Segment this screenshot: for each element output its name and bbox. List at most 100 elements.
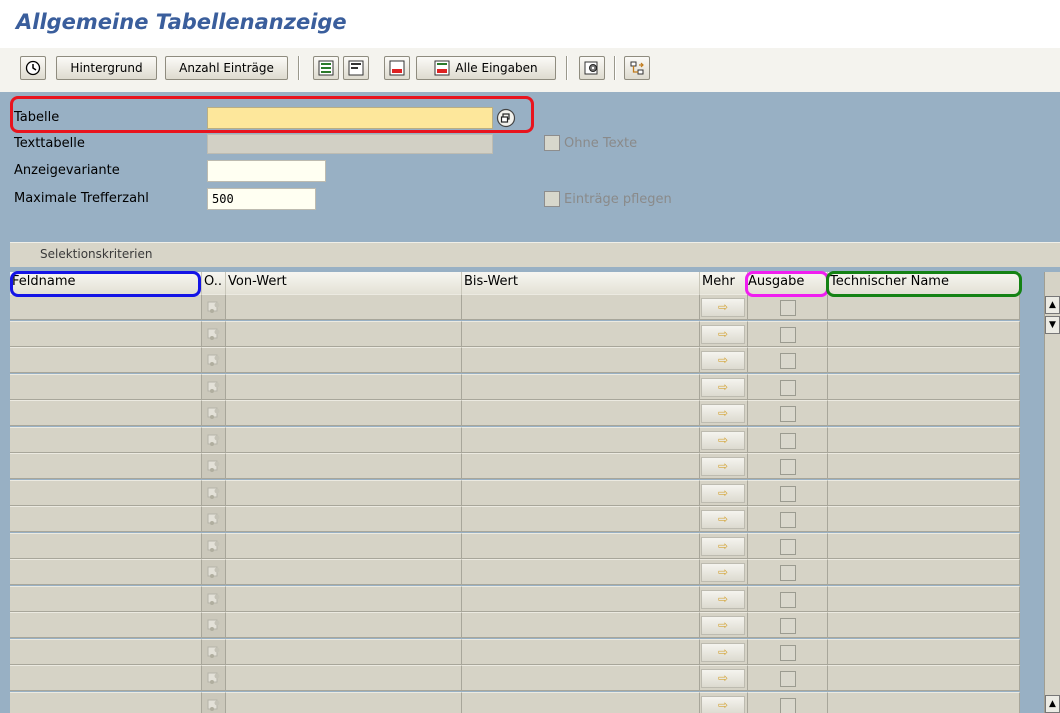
multiple-selection-button[interactable]: ⇨ xyxy=(701,457,745,476)
output-checkbox[interactable] xyxy=(780,538,796,555)
output-checkbox[interactable] xyxy=(780,671,796,687)
option-cell[interactable] xyxy=(202,691,226,713)
multiple-selection-button[interactable]: ⇨ xyxy=(701,589,745,609)
multiple-selection-button[interactable]: ⇨ xyxy=(701,351,745,370)
multiple-selection-button[interactable]: ⇨ xyxy=(701,430,745,450)
multiple-selection-button[interactable]: ⇨ xyxy=(701,536,745,556)
option-cell[interactable] xyxy=(202,294,226,320)
deselect-all-button[interactable] xyxy=(384,56,410,80)
option-cell[interactable] xyxy=(202,453,226,479)
multiple-selection-button[interactable]: ⇨ xyxy=(701,510,745,529)
col-fieldname-header[interactable]: Feldname xyxy=(10,272,202,294)
to-value-cell[interactable] xyxy=(462,612,700,638)
option-cell[interactable] xyxy=(202,426,226,453)
value-help-button[interactable] xyxy=(496,108,516,128)
display-variant-input[interactable] xyxy=(207,160,326,182)
option-cell[interactable] xyxy=(202,506,226,532)
from-value-cell[interactable] xyxy=(226,506,462,532)
col-output-header[interactable]: Ausgabe xyxy=(748,272,828,294)
multiple-selection-button[interactable]: ⇨ xyxy=(701,483,745,503)
from-value-cell[interactable] xyxy=(226,665,462,691)
col-to-header[interactable]: Bis-Wert xyxy=(462,272,700,294)
select-block-button[interactable] xyxy=(343,56,369,80)
option-cell[interactable] xyxy=(202,347,226,373)
output-checkbox[interactable] xyxy=(780,697,796,713)
without-texts-checkbox[interactable]: Ohne Texte xyxy=(544,135,637,151)
list-settings-button[interactable] xyxy=(579,56,605,80)
multiple-selection-button[interactable]: ⇨ xyxy=(701,669,745,688)
output-checkbox[interactable] xyxy=(780,353,796,369)
maintain-entries-checkbox[interactable]: Einträge pflegen xyxy=(544,191,672,207)
from-value-cell[interactable] xyxy=(226,347,462,373)
table-input[interactable] xyxy=(207,107,493,129)
option-cell[interactable] xyxy=(202,559,226,585)
option-cell[interactable] xyxy=(202,532,226,559)
output-checkbox[interactable] xyxy=(780,644,796,661)
select-all-button[interactable] xyxy=(313,56,339,80)
execute-button[interactable] xyxy=(20,56,46,80)
option-cell[interactable] xyxy=(202,373,226,400)
to-value-cell[interactable] xyxy=(462,691,700,713)
output-checkbox[interactable] xyxy=(780,406,796,422)
multiple-selection-button[interactable]: ⇨ xyxy=(701,324,745,344)
to-value-cell[interactable] xyxy=(462,479,700,506)
option-cell[interactable] xyxy=(202,320,226,347)
from-value-cell[interactable] xyxy=(226,320,462,347)
to-value-cell[interactable] xyxy=(462,585,700,612)
output-checkbox[interactable] xyxy=(780,459,796,475)
to-value-cell[interactable] xyxy=(462,320,700,347)
col-option-header[interactable]: O.. xyxy=(202,272,226,294)
from-value-cell[interactable] xyxy=(226,400,462,426)
background-button[interactable]: Hintergrund xyxy=(56,56,157,80)
output-checkbox[interactable] xyxy=(780,591,796,608)
from-value-cell[interactable] xyxy=(226,612,462,638)
to-value-cell[interactable] xyxy=(462,532,700,559)
output-checkbox[interactable] xyxy=(780,512,796,528)
option-cell[interactable] xyxy=(202,638,226,665)
option-cell[interactable] xyxy=(202,479,226,506)
max-hits-input[interactable]: 500 xyxy=(207,188,316,210)
to-value-cell[interactable] xyxy=(462,638,700,665)
from-value-cell[interactable] xyxy=(226,559,462,585)
from-value-cell[interactable] xyxy=(226,585,462,612)
from-value-cell[interactable] xyxy=(226,638,462,665)
multiple-selection-button[interactable]: ⇨ xyxy=(701,377,745,397)
col-from-header[interactable]: Von-Wert xyxy=(226,272,462,294)
output-checkbox[interactable] xyxy=(780,485,796,502)
from-value-cell[interactable] xyxy=(226,373,462,400)
from-value-cell[interactable] xyxy=(226,294,462,320)
from-value-cell[interactable] xyxy=(226,532,462,559)
output-checkbox[interactable] xyxy=(780,379,796,396)
option-cell[interactable] xyxy=(202,585,226,612)
multiple-selection-button[interactable]: ⇨ xyxy=(701,404,745,423)
checkbox-box[interactable] xyxy=(544,135,560,151)
output-checkbox[interactable] xyxy=(780,300,796,316)
to-value-cell[interactable] xyxy=(462,294,700,320)
multiple-selection-button[interactable]: ⇨ xyxy=(701,298,745,317)
scroll-down-button[interactable]: ▼ xyxy=(1045,316,1060,334)
multiple-selection-button[interactable]: ⇨ xyxy=(701,695,745,713)
multiple-selection-button[interactable]: ⇨ xyxy=(701,616,745,635)
from-value-cell[interactable] xyxy=(226,426,462,453)
option-cell[interactable] xyxy=(202,665,226,691)
to-value-cell[interactable] xyxy=(462,426,700,453)
vertical-scrollbar[interactable]: ▲ ▼ ▲ xyxy=(1044,272,1060,713)
from-value-cell[interactable] xyxy=(226,479,462,506)
to-value-cell[interactable] xyxy=(462,665,700,691)
col-technical-name-header[interactable]: Technischer Name xyxy=(828,272,1020,294)
from-value-cell[interactable] xyxy=(226,691,462,713)
multiple-selection-button[interactable]: ⇨ xyxy=(701,642,745,662)
output-checkbox[interactable] xyxy=(780,432,796,449)
scroll-page-up-button[interactable]: ▲ xyxy=(1045,695,1060,713)
to-value-cell[interactable] xyxy=(462,347,700,373)
to-value-cell[interactable] xyxy=(462,373,700,400)
col-more-header[interactable]: Mehr xyxy=(700,272,748,294)
to-value-cell[interactable] xyxy=(462,453,700,479)
output-checkbox[interactable] xyxy=(780,618,796,634)
all-entries-button[interactable]: Alle Eingaben xyxy=(416,56,556,80)
scroll-up-button[interactable]: ▲ xyxy=(1045,296,1060,314)
option-cell[interactable] xyxy=(202,612,226,638)
option-cell[interactable] xyxy=(202,400,226,426)
multiple-selection-button[interactable]: ⇨ xyxy=(701,563,745,582)
checkbox-box[interactable] xyxy=(544,191,560,207)
